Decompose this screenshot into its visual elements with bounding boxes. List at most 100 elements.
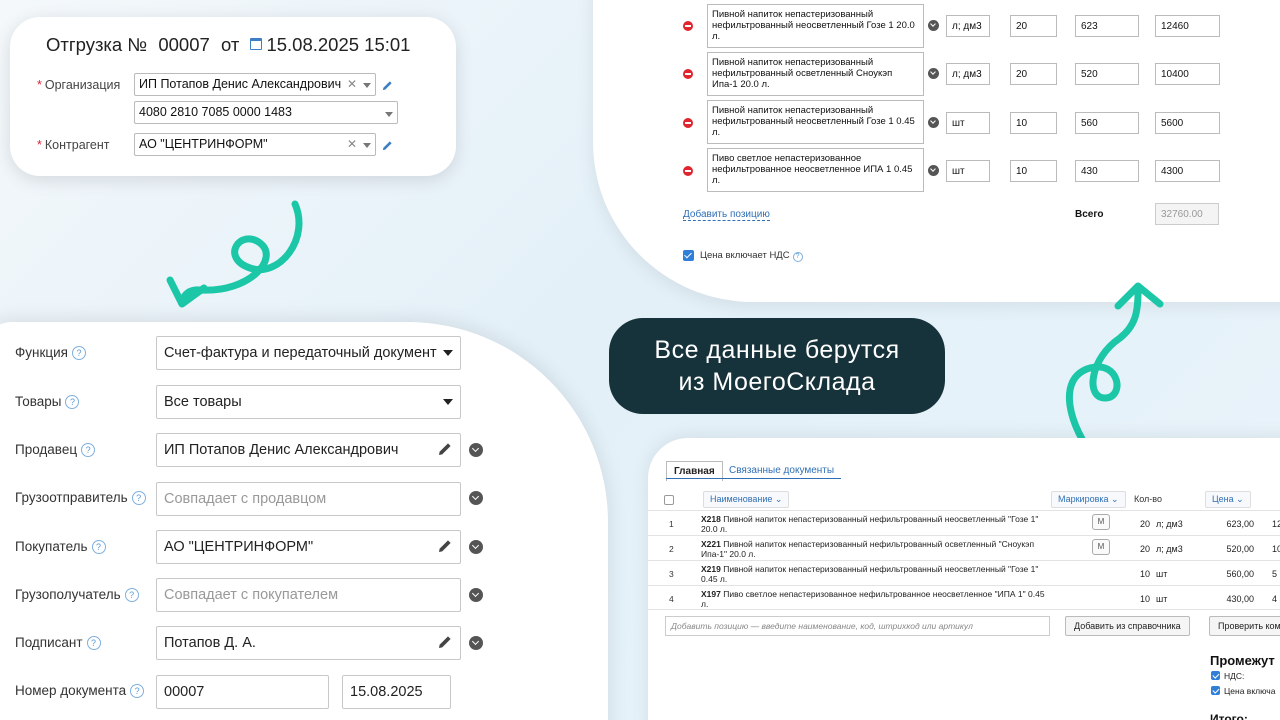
help-icon[interactable]: ? bbox=[65, 395, 80, 409]
help-icon[interactable]: ? bbox=[81, 443, 96, 457]
check-button[interactable]: Проверить ком bbox=[1209, 616, 1280, 636]
position-qty[interactable]: 20 bbox=[1010, 63, 1057, 85]
moysklad-card: Главная Связанные документы Наименование… bbox=[648, 438, 1280, 720]
add-position-link[interactable]: Добавить позицию bbox=[683, 209, 770, 221]
help-icon[interactable]: ? bbox=[124, 588, 139, 602]
position-price[interactable]: 520 bbox=[1075, 63, 1139, 85]
table-row[interactable]: 4 Х197 Пиво светлое непастеризованное не… bbox=[648, 585, 1280, 610]
shipper-field[interactable]: Совпадает с продавцом bbox=[156, 482, 461, 516]
chevron-down-icon[interactable] bbox=[363, 83, 371, 88]
tab-linked-documents[interactable]: Связанные документы bbox=[729, 465, 834, 476]
calendar-icon[interactable] bbox=[250, 38, 263, 50]
chevron-down-icon[interactable] bbox=[443, 350, 453, 356]
shipment-from-label: от bbox=[220, 34, 240, 55]
docdate-field[interactable]: 15.08.2025 bbox=[342, 675, 451, 709]
remove-icon[interactable] bbox=[683, 69, 693, 79]
position-sum[interactable]: 4300 bbox=[1155, 160, 1220, 182]
edit-icon[interactable] bbox=[437, 634, 453, 650]
expand-icon[interactable] bbox=[928, 117, 939, 128]
chevron-down-icon[interactable] bbox=[363, 143, 371, 148]
marking-badge[interactable]: М bbox=[1092, 514, 1110, 530]
consignee-field[interactable]: Совпадает с покупателем bbox=[156, 578, 461, 612]
position-qty[interactable]: 10 bbox=[1010, 112, 1057, 134]
vat-label: НДС: bbox=[1224, 671, 1245, 681]
remove-icon[interactable] bbox=[683, 21, 693, 31]
position-sum[interactable]: 5600 bbox=[1155, 112, 1220, 134]
clear-icon[interactable]: ✕ bbox=[347, 77, 357, 91]
chevron-down-icon[interactable] bbox=[443, 399, 453, 405]
position-name[interactable]: Пиво светлое непастеризованное нефильтро… bbox=[707, 148, 924, 192]
org-label: * Организация bbox=[37, 78, 121, 92]
position-price[interactable]: 560 bbox=[1075, 112, 1139, 134]
expand-icon[interactable] bbox=[469, 443, 483, 457]
position-name[interactable]: Пивной напиток непастеризованный нефильт… bbox=[707, 4, 924, 48]
expand-icon[interactable] bbox=[469, 636, 483, 650]
signer-label: Подписант? bbox=[15, 635, 101, 650]
counterparty-field[interactable]: АО "ЦЕНТРИНФОРМ" bbox=[134, 133, 376, 156]
tab-underline bbox=[666, 478, 841, 479]
position-name[interactable]: Пивной напиток непастеризованный нефильт… bbox=[707, 52, 924, 96]
expand-icon[interactable] bbox=[928, 165, 939, 176]
squiggle-arrow-icon bbox=[166, 200, 303, 308]
edit-icon[interactable] bbox=[382, 80, 393, 91]
add-position-input[interactable]: Добавить позицию — введите наименование,… bbox=[665, 616, 1050, 636]
price-includes-vat-checkbox[interactable] bbox=[1211, 686, 1220, 695]
remove-icon[interactable] bbox=[683, 118, 693, 128]
marking-badge[interactable]: М bbox=[1092, 539, 1110, 555]
position-name[interactable]: Пивной напиток непастеризованный нефильт… bbox=[707, 100, 924, 144]
table-row[interactable]: 2 Х221 Пивной напиток непастеризованный … bbox=[648, 535, 1280, 560]
expand-icon[interactable] bbox=[928, 20, 939, 31]
table-row[interactable]: 3 Х219 Пивной напиток непастеризованный … bbox=[648, 560, 1280, 585]
help-icon[interactable]: ? bbox=[131, 491, 146, 505]
shipment-number[interactable]: 00007 bbox=[158, 34, 209, 55]
position-sum[interactable]: 10400 bbox=[1155, 63, 1220, 85]
select-all-checkbox[interactable] bbox=[664, 495, 674, 505]
col-qty-header: Кол-во bbox=[1134, 494, 1162, 504]
edit-icon[interactable] bbox=[437, 538, 453, 554]
shipper-label: Грузоотправитель? bbox=[15, 490, 146, 505]
clear-icon[interactable]: ✕ bbox=[347, 137, 357, 151]
account-field[interactable]: 4080 2810 7085 0000 1483 bbox=[134, 101, 398, 124]
help-icon[interactable]: ? bbox=[792, 252, 803, 262]
table-row[interactable]: 1 Х218 Пивной напиток непастеризованный … bbox=[648, 510, 1280, 535]
position-price[interactable]: 430 bbox=[1075, 160, 1139, 182]
help-icon[interactable]: ? bbox=[86, 636, 101, 650]
help-icon[interactable]: ? bbox=[130, 684, 145, 698]
position-unit[interactable]: л; дм3 bbox=[946, 63, 990, 85]
position-unit[interactable]: шт bbox=[946, 160, 990, 182]
expand-icon[interactable] bbox=[469, 491, 483, 505]
col-name-header[interactable]: Наименование ⌄ bbox=[703, 491, 790, 508]
edit-icon[interactable] bbox=[382, 140, 393, 151]
function-select[interactable]: Счет-фактура и передаточный документ bbox=[156, 336, 461, 370]
position-sum[interactable]: 12460 bbox=[1155, 15, 1220, 37]
position-qty[interactable]: 10 bbox=[1010, 160, 1057, 182]
seller-field[interactable]: ИП Потапов Денис Александрович bbox=[156, 433, 461, 467]
chevron-down-icon[interactable] bbox=[385, 112, 393, 117]
org-field[interactable]: ИП Потапов Денис Александрович bbox=[134, 73, 376, 96]
add-from-catalog-button[interactable]: Добавить из справочника bbox=[1065, 616, 1190, 636]
position-unit[interactable]: л; дм3 bbox=[946, 15, 990, 37]
col-mark-header[interactable]: Маркировка ⌄ bbox=[1051, 491, 1126, 508]
buyer-field[interactable]: АО "ЦЕНТРИНФОРМ" bbox=[156, 530, 461, 564]
expand-icon[interactable] bbox=[469, 588, 483, 602]
buyer-label: Покупатель? bbox=[15, 539, 106, 554]
expand-icon[interactable] bbox=[928, 68, 939, 79]
signer-field[interactable]: Потапов Д. А. bbox=[156, 626, 461, 660]
goods-select[interactable]: Все товары bbox=[156, 385, 461, 419]
remove-icon[interactable] bbox=[683, 166, 693, 176]
vat-checkbox[interactable] bbox=[683, 250, 694, 261]
position-qty[interactable]: 20 bbox=[1010, 15, 1057, 37]
expand-icon[interactable] bbox=[469, 540, 483, 554]
position-unit[interactable]: шт bbox=[946, 112, 990, 134]
col-price-header[interactable]: Цена ⌄ bbox=[1205, 491, 1251, 508]
help-icon[interactable]: ? bbox=[71, 346, 86, 360]
help-icon[interactable]: ? bbox=[91, 540, 106, 554]
vat-checkbox[interactable] bbox=[1211, 671, 1220, 680]
seller-label: Продавец? bbox=[15, 442, 96, 457]
position-price[interactable]: 623 bbox=[1075, 15, 1139, 37]
docnum-field[interactable]: 00007 bbox=[156, 675, 329, 709]
shipment-datetime[interactable]: 15.08.2025 15:01 bbox=[266, 34, 410, 55]
goods-label: Товары? bbox=[15, 394, 80, 409]
edit-icon[interactable] bbox=[437, 441, 453, 457]
info-pill: Все данные берутся из МоегоСклада bbox=[609, 318, 945, 414]
